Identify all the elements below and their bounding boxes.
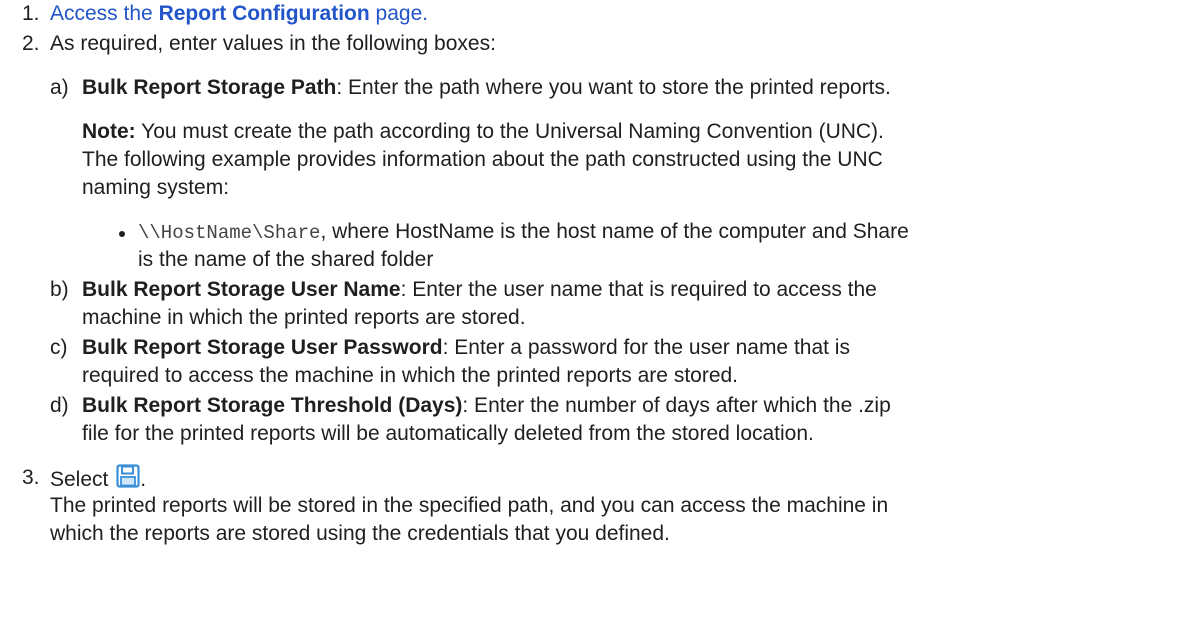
substep-b-desc-1: : Enter the user name that is required t…	[400, 278, 877, 301]
step-1-link-bold: Report Configuration	[158, 2, 370, 25]
example-bullet	[119, 231, 125, 237]
step-3-period: .	[140, 468, 147, 491]
substep-c-desc-2: required to access the machine in which …	[82, 364, 739, 387]
substep-a-letter: a)	[50, 76, 69, 99]
step-1-number: 1.	[22, 2, 40, 25]
step-3-select: Select	[50, 468, 115, 491]
substep-d-letter: d)	[50, 394, 69, 417]
note-line-1: Note: You must create the path according…	[82, 118, 884, 146]
substep-b-letter: b)	[50, 278, 69, 301]
example-line-2: is the name of the shared folder	[138, 248, 434, 271]
note-line-2: The following example provides informati…	[82, 148, 883, 171]
substep-d-term: Bulk Report Storage Threshold (Days)	[82, 394, 463, 417]
procedure-document: 1. Access the Report Configuration page.…	[0, 0, 1200, 630]
note-text-1: You must create the path according to th…	[135, 120, 884, 143]
result-line-1: The printed reports will be stored in th…	[50, 494, 889, 517]
step-1-pre: Access the	[50, 2, 159, 25]
substep-c-desc-1: : Enter a password for the user name tha…	[442, 336, 850, 359]
note-label: Note:	[82, 120, 136, 143]
note-line-3: naming system:	[82, 176, 230, 199]
report-configuration-link[interactable]: Access the Report Configuration page.	[50, 2, 428, 25]
substep-a-desc: : Enter the path where you want to store…	[336, 76, 891, 99]
substep-c-letter: c)	[50, 336, 68, 359]
substep-a-text: Bulk Report Storage Path: Enter the path…	[82, 74, 891, 102]
substep-d-desc-2: file for the printed reports will be aut…	[82, 422, 814, 445]
substep-a-term: Bulk Report Storage Path	[82, 76, 337, 99]
example-text-1: , where HostName is the host name of the…	[320, 220, 909, 243]
substep-b-term: Bulk Report Storage User Name	[82, 278, 401, 301]
substep-d-text: Bulk Report Storage Threshold (Days): En…	[82, 392, 891, 420]
substep-c-text: Bulk Report Storage User Password: Enter…	[82, 334, 850, 362]
step-1-text: Access the Report Configuration page.	[50, 0, 428, 28]
example-line-1: \\HostName\Share, where HostName is the …	[138, 218, 909, 247]
unc-path-example: \\HostName\Share	[138, 222, 321, 244]
step-3-number: 3.	[22, 466, 40, 489]
step-2-number: 2.	[22, 32, 40, 55]
step-2-text: As required, enter values in the followi…	[50, 32, 496, 55]
step-1-post: page.	[369, 2, 429, 25]
substep-c-term: Bulk Report Storage User Password	[82, 336, 443, 359]
substep-d-desc-1: : Enter the number of days after which t…	[462, 394, 891, 417]
substep-b-text: Bulk Report Storage User Name: Enter the…	[82, 276, 877, 304]
result-line-2: which the reports are stored using the c…	[50, 522, 670, 545]
substep-b-desc-2: machine in which the printed reports are…	[82, 306, 526, 329]
